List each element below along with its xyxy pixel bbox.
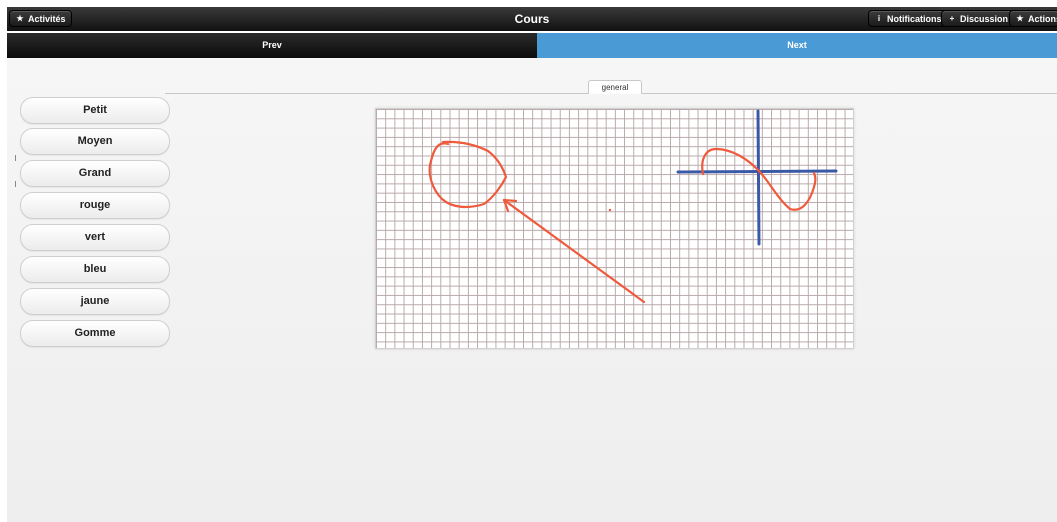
drawing-canvas[interactable] xyxy=(375,108,854,349)
stray-dot xyxy=(608,208,612,212)
discussion-button[interactable]: + Discussion xyxy=(941,10,1015,27)
discussion-label: Discussion xyxy=(960,13,1009,24)
tool-button-grand[interactable]: Grand xyxy=(20,160,170,187)
star-icon: ★ xyxy=(1016,13,1024,23)
plus-icon: + xyxy=(949,13,955,23)
tool-button-rouge[interactable]: rouge xyxy=(20,192,170,219)
drawing-layer xyxy=(428,109,838,304)
tool-button-bleu[interactable]: bleu xyxy=(20,256,170,283)
axis-vertical xyxy=(756,109,761,246)
pagination-bar: Prev Next xyxy=(7,33,1057,58)
tool-button-moyen[interactable]: Moyen xyxy=(20,128,170,155)
notifications-button[interactable]: i Notifications xyxy=(868,10,948,27)
tab-general[interactable]: general xyxy=(588,80,642,94)
tool-button-gomme[interactable]: Gomme xyxy=(20,320,170,347)
info-icon: i xyxy=(877,13,881,23)
edge-marker xyxy=(15,155,16,161)
prev-button[interactable]: Prev xyxy=(7,33,537,58)
tool-button-jaune[interactable]: jaune xyxy=(20,288,170,315)
star-icon: ★ xyxy=(16,13,24,23)
tool-button-petit[interactable]: Petit xyxy=(20,97,170,124)
edge-marker xyxy=(15,181,16,187)
actions-button[interactable]: ★ Actions xyxy=(1009,10,1057,27)
notifications-label: Notifications xyxy=(887,13,942,24)
actions-label: Actions xyxy=(1028,13,1057,24)
next-button[interactable]: Next xyxy=(537,33,1057,58)
hand-drawn-arrow-line xyxy=(502,198,646,304)
hand-drawn-circle xyxy=(428,140,508,209)
tool-button-vert[interactable]: vert xyxy=(20,224,170,251)
activities-label: Activités xyxy=(28,13,66,24)
activities-button[interactable]: ★ Activités xyxy=(9,10,72,27)
top-bar: ★ Activités Cours i Notifications + Disc… xyxy=(7,7,1057,31)
